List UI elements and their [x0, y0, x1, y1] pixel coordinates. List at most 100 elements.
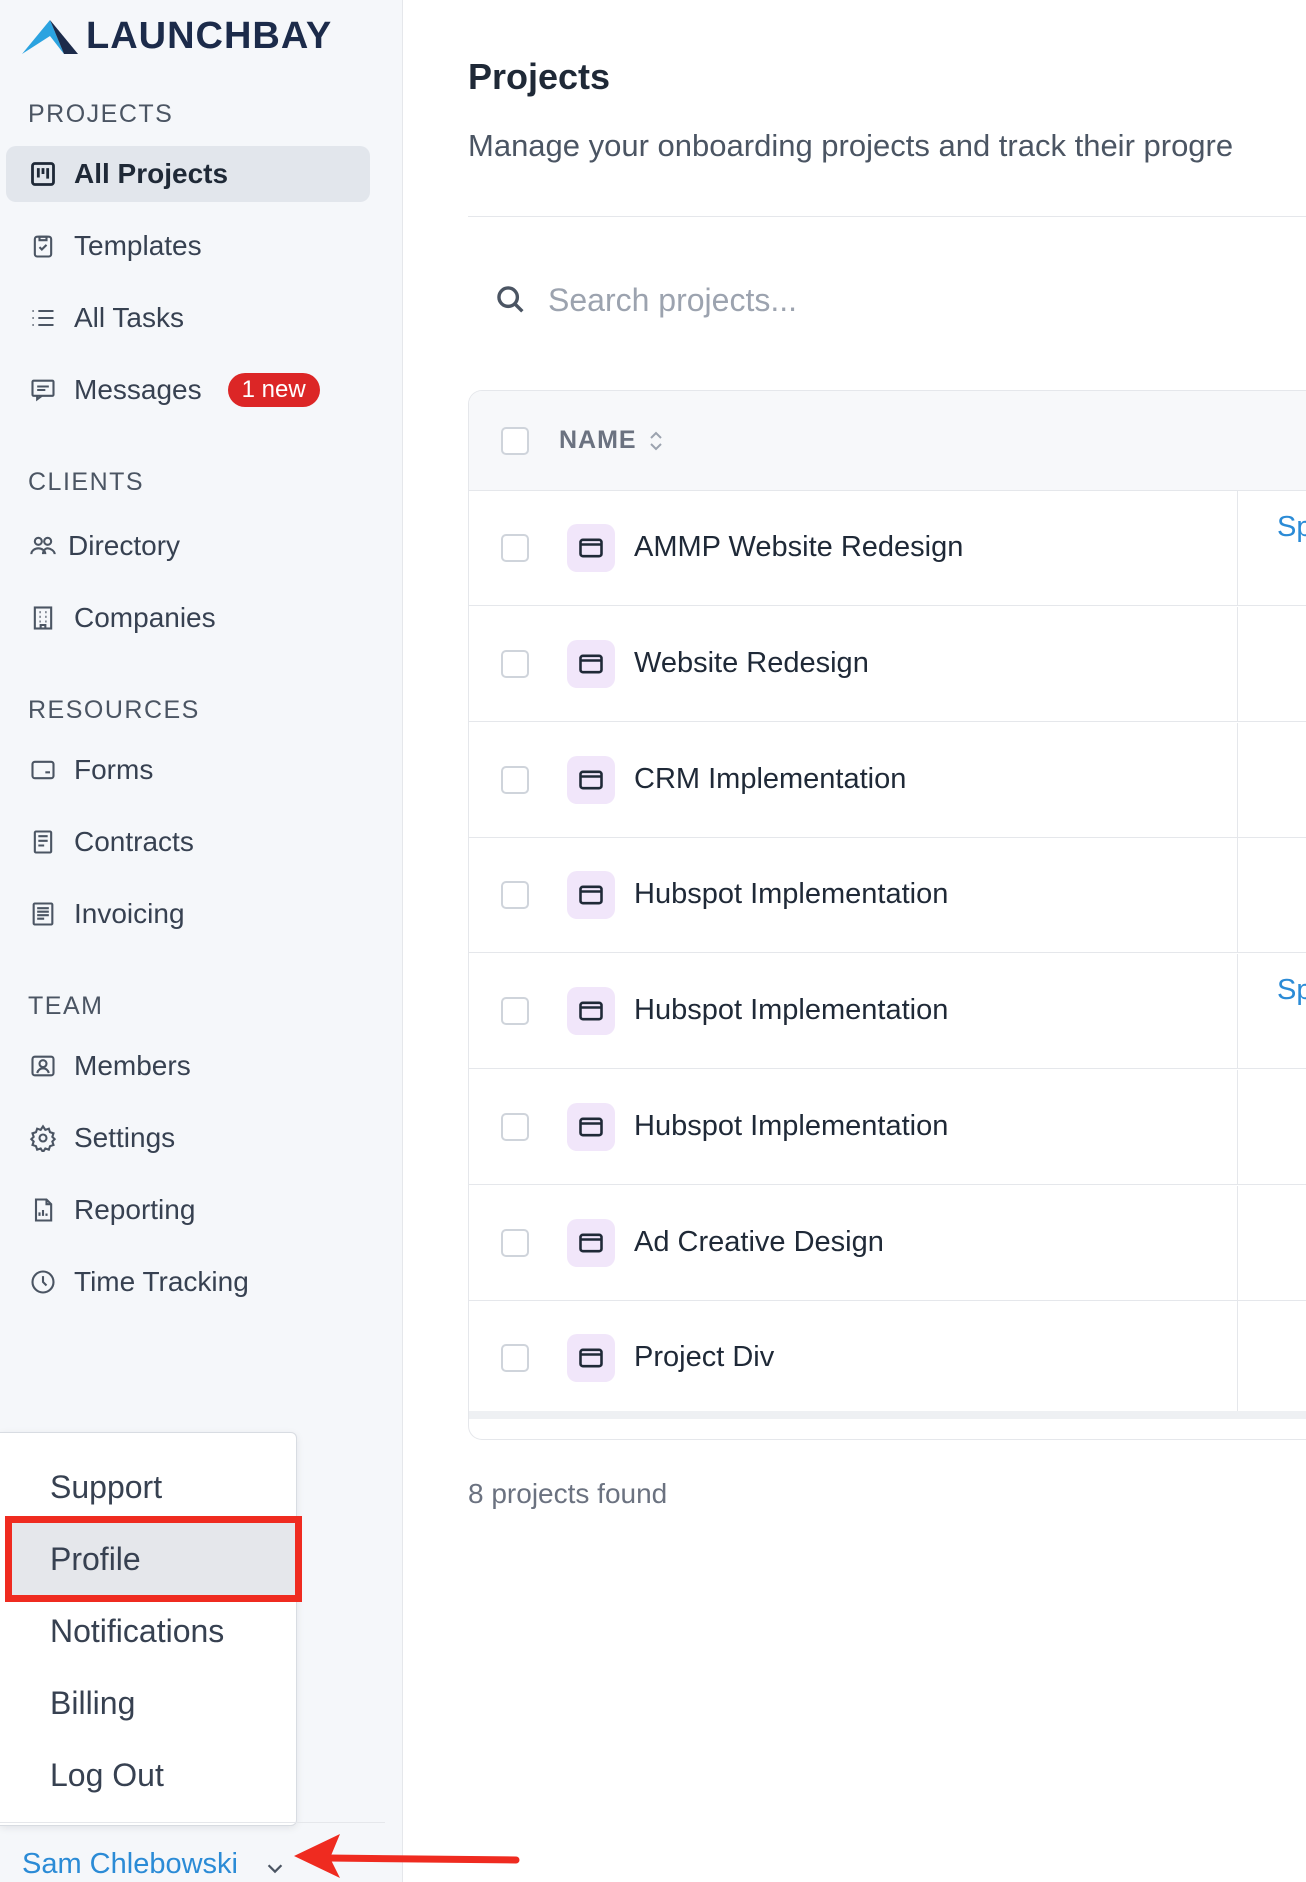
kanban-icon: [28, 159, 58, 189]
row-checkbox[interactable]: [501, 881, 529, 909]
table-row[interactable]: AMMP Website Redesign Sp: [469, 491, 1306, 606]
row-checkbox[interactable]: [501, 997, 529, 1025]
table-row[interactable]: Project Div: [469, 1301, 1306, 1416]
sidebar-item-time-tracking[interactable]: Time Tracking: [6, 1254, 370, 1310]
search-bar: [468, 268, 1306, 332]
project-icon: [567, 640, 615, 688]
column-divider: [1237, 723, 1238, 837]
search-icon: [494, 283, 528, 317]
sidebar-item-label: Settings: [74, 1122, 176, 1153]
projects-count: 8 projects found: [468, 1478, 668, 1509]
sidebar-item-label: Members: [74, 1050, 191, 1081]
column-divider: [1237, 1301, 1238, 1416]
column-divider: [1237, 607, 1238, 721]
row-checkbox[interactable]: [501, 1113, 529, 1141]
table-row[interactable]: Hubspot ImplementationLar: [469, 1070, 1306, 1185]
project-name[interactable]: Hubspot Implementation: [634, 1110, 948, 1143]
row-next-column-link[interactable]: Sp: [1277, 974, 1306, 1007]
sidebar-item-invoicing[interactable]: Invoicing: [6, 886, 370, 942]
sidebar-item-all-projects[interactable]: All Projects: [6, 146, 370, 202]
section-label-projects: PROJECTS: [28, 100, 174, 128]
project-name[interactable]: AMMP Website Redesign: [634, 531, 963, 564]
document-icon: [28, 827, 58, 857]
project-icon: [567, 1334, 615, 1382]
row-checkbox[interactable]: [501, 1344, 529, 1372]
table-header: NAME: [469, 391, 1306, 491]
table-row[interactable]: CRM ImplementationE: [469, 723, 1306, 838]
section-label-team: TEAM: [28, 992, 104, 1020]
users-icon: [28, 531, 58, 561]
sidebar-item-label: Time Tracking: [74, 1266, 249, 1297]
menu-item-notifications[interactable]: Notifications: [12, 1595, 295, 1667]
sidebar-item-label: Reporting: [74, 1194, 196, 1225]
row-next-column-link[interactable]: Sp: [1277, 511, 1306, 544]
column-divider: [1237, 954, 1238, 1068]
sidebar-item-messages[interactable]: Messages 1 new: [6, 362, 370, 418]
table-row[interactable]: Hubspot ImplementationSur: [469, 838, 1306, 953]
brand-logo[interactable]: LAUNCHBAY: [20, 14, 332, 58]
row-checkbox[interactable]: [501, 766, 529, 794]
project-name[interactable]: Project Div: [634, 1341, 774, 1374]
sidebar-item-label: Contracts: [74, 826, 194, 857]
sidebar-item-directory[interactable]: Directory: [6, 518, 370, 574]
project-name[interactable]: Hubspot Implementation: [634, 994, 948, 1027]
invoice-icon: [28, 899, 58, 929]
project-icon: [567, 1103, 615, 1151]
messages-badge: 1 new: [227, 373, 320, 407]
search-input[interactable]: [548, 281, 1248, 319]
page-title: Projects: [468, 56, 611, 97]
sidebar-item-label: All Tasks: [74, 302, 184, 333]
project-icon: [567, 524, 615, 572]
main-content: Projects Manage your onboarding projects…: [403, 0, 1306, 1882]
project-name[interactable]: CRM Implementation: [634, 763, 906, 796]
sidebar-item-contracts[interactable]: Contracts: [6, 814, 370, 870]
sidebar-item-companies[interactable]: Companies: [6, 590, 370, 646]
sidebar-item-templates[interactable]: Templates: [6, 218, 370, 274]
brand-name: LAUNCHBAY: [86, 14, 333, 57]
sidebar-item-label: All Projects: [74, 158, 229, 189]
user-menu-toggle[interactable]: Sam Chlebowski: [22, 1848, 286, 1881]
table-row[interactable]: Website RedesignE: [469, 607, 1306, 722]
menu-item-support[interactable]: Support: [12, 1451, 295, 1523]
table-row[interactable]: Ad Creative DesignL: [469, 1186, 1306, 1301]
section-label-clients: CLIENTS: [28, 468, 145, 496]
clipboard-check-icon: [28, 231, 58, 261]
app-window: LAUNCHBAY PROJECTS All Projects Template…: [0, 0, 1306, 1882]
gear-icon: [28, 1123, 58, 1153]
sidebar-item-label: Invoicing: [74, 898, 185, 929]
project-name[interactable]: Website Redesign: [634, 647, 869, 680]
launchbay-logo-icon: [22, 20, 78, 54]
user-divider: [0, 1822, 385, 1823]
table-row[interactable]: Hubspot Implementation Sp: [469, 954, 1306, 1069]
chevron-down-icon: [264, 1854, 286, 1876]
select-all-checkbox[interactable]: [501, 427, 529, 455]
sidebar-item-label: Templates: [74, 230, 202, 261]
column-divider: [1237, 1070, 1238, 1184]
user-name: Sam Chlebowski: [22, 1848, 238, 1880]
building-icon: [28, 603, 58, 633]
sidebar-item-all-tasks[interactable]: All Tasks: [6, 290, 370, 346]
row-checkbox[interactable]: [501, 650, 529, 678]
column-header-label: NAME: [559, 426, 637, 454]
user-dropdown-menu: Support Profile Notifications Billing Lo…: [0, 1432, 302, 1826]
project-icon: [567, 756, 615, 804]
project-name[interactable]: Ad Creative Design: [634, 1226, 884, 1259]
sidebar-item-label: Messages: [74, 374, 202, 405]
project-name[interactable]: Hubspot Implementation: [634, 878, 948, 911]
menu-item-profile[interactable]: Profile: [5, 1516, 302, 1602]
sidebar-item-settings[interactable]: Settings: [6, 1110, 370, 1166]
sidebar-item-forms[interactable]: Forms: [6, 742, 370, 798]
table-scrollbar[interactable]: [469, 1411, 1306, 1419]
sidebar-item-members[interactable]: Members: [6, 1038, 370, 1094]
column-header-name[interactable]: NAME: [559, 426, 665, 455]
menu-item-billing[interactable]: Billing: [12, 1667, 295, 1739]
page-subtitle: Manage your onboarding projects and trac…: [468, 128, 1234, 163]
column-divider: [1237, 1186, 1238, 1300]
sidebar-item-reporting[interactable]: Reporting: [6, 1182, 370, 1238]
header-divider: [468, 216, 1306, 217]
menu-item-logout[interactable]: Log Out: [12, 1739, 295, 1811]
column-divider: [1237, 491, 1238, 605]
sidebar-item-label: Directory: [68, 530, 181, 561]
row-checkbox[interactable]: [501, 534, 529, 562]
row-checkbox[interactable]: [501, 1229, 529, 1257]
